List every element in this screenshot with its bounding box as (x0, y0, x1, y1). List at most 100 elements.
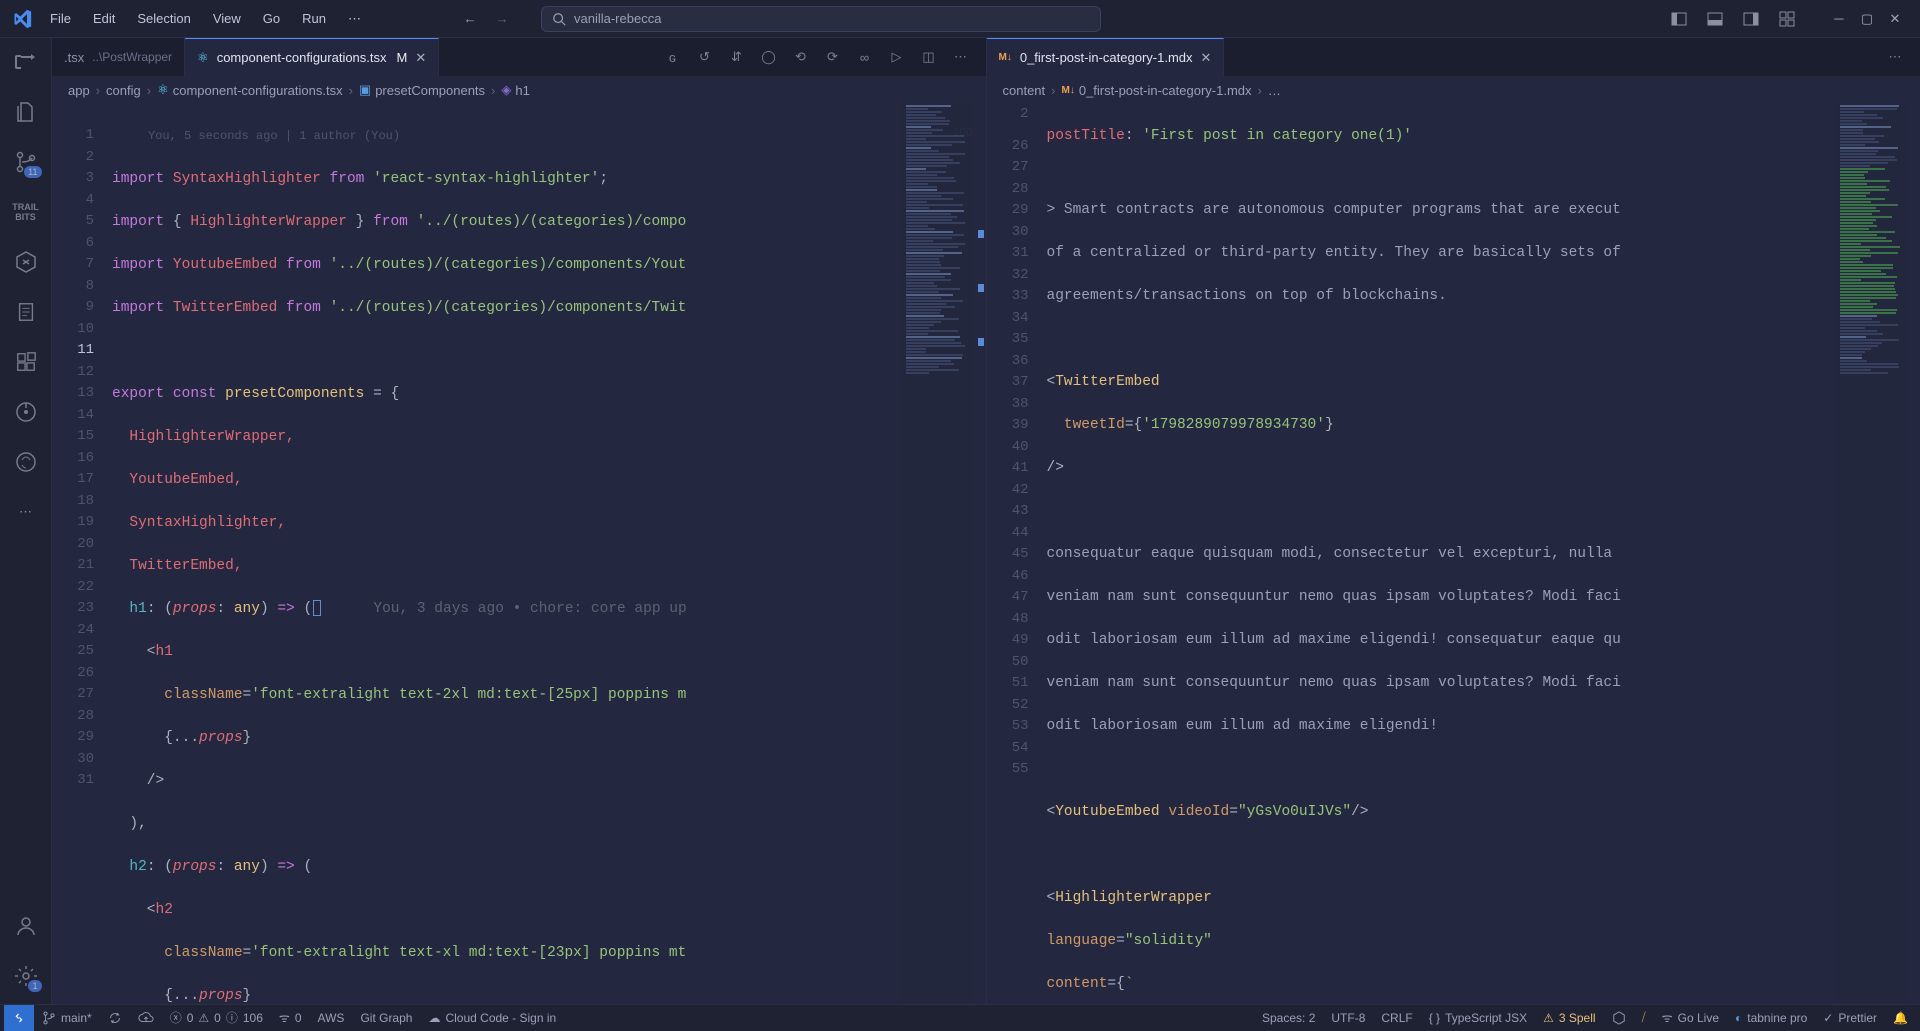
bc-config[interactable]: config (106, 83, 141, 98)
editor-body-left[interactable]: 1000 12345678910111213141516171819202122… (52, 104, 986, 1004)
gitlens-toggle-icon[interactable]: ɢ (664, 48, 682, 66)
menu-more[interactable]: ⋯ (338, 7, 371, 31)
react-icon: ⚛ (197, 50, 209, 66)
close-icon[interactable]: ✕ (1201, 50, 1212, 66)
layout-customize-icon[interactable] (1778, 10, 1796, 28)
activity-hex-icon[interactable] (12, 248, 40, 276)
status-spaces[interactable]: Spaces: 2 (1254, 1009, 1323, 1026)
tab-label: component-configurations.tsx (217, 50, 387, 65)
activity-liveshare-icon[interactable] (12, 48, 40, 76)
settings-badge: 1 (28, 980, 41, 992)
link-icon[interactable]: ∞ (856, 48, 874, 66)
bc-file[interactable]: ⚛ component-configurations.tsx (157, 82, 342, 98)
window-minimize-icon[interactable]: ─ (1830, 10, 1848, 28)
breadcrumb-right[interactable]: content› M↓ 0_first-post-in-category-1.m… (987, 76, 1920, 104)
minimap-right[interactable] (1836, 104, 1906, 1004)
status-eol[interactable]: CRLF (1373, 1009, 1420, 1026)
editor-body-right[interactable]: 2262728293031323334353637383940414243444… (987, 104, 1920, 1004)
activity-bar: 11 TRAILBITS ⋯ 1 (0, 38, 52, 1004)
status-encoding[interactable]: UTF-8 (1323, 1009, 1373, 1026)
text-cursor (313, 600, 321, 616)
activity-extensions-icon[interactable] (12, 348, 40, 376)
editor-pane-left: .tsx ..\PostWrapper ⚛ component-configur… (52, 38, 987, 1004)
more-icon[interactable]: ⋯ (1886, 48, 1904, 66)
history-icon[interactable]: ↺ (696, 48, 714, 66)
window-close-icon[interactable]: ✕ (1886, 10, 1904, 28)
bc-symbol-preset[interactable]: ▣ presetComponents (359, 82, 485, 98)
activity-docs-icon[interactable] (12, 298, 40, 326)
bc-file[interactable]: M↓ 0_first-post-in-category-1.mdx (1062, 83, 1252, 98)
status-gitgraph[interactable]: Git Graph (352, 1011, 420, 1025)
activity-more-icon[interactable]: ⋯ (12, 498, 40, 526)
code-area-right[interactable]: postTitle: 'First post in category one(1… (1047, 104, 1837, 1004)
status-golive[interactable]: ᯤGo Live (1654, 1009, 1727, 1026)
nav-prev-icon[interactable]: ⟲ (792, 48, 810, 66)
tab-folder: ..\PostWrapper (92, 50, 172, 64)
bc-app[interactable]: app (68, 83, 90, 98)
search-icon (552, 12, 566, 26)
breadcrumb-left[interactable]: app› config› ⚛ component-configurations.… (52, 76, 986, 104)
title-bar: File Edit Selection View Go Run ⋯ ← → va… (0, 0, 1920, 38)
overview-ruler-right[interactable] (1906, 104, 1920, 1004)
status-cloudcode[interactable]: ☁Cloud Code - Sign in (420, 1011, 564, 1025)
status-language[interactable]: { }TypeScript JSX (1421, 1009, 1535, 1026)
gutter-right: 2262728293031323334353637383940414243444… (987, 104, 1047, 1004)
status-sync[interactable] (100, 1011, 130, 1025)
tab-postwrapper[interactable]: .tsx ..\PostWrapper (52, 38, 185, 76)
menu-edit[interactable]: Edit (83, 7, 125, 31)
status-branch[interactable]: main* (34, 1011, 100, 1025)
status-aws[interactable]: AWS (310, 1011, 353, 1025)
tab-component-configurations[interactable]: ⚛ component-configurations.tsx M ✕ (185, 38, 439, 76)
menu-file[interactable]: File (40, 7, 81, 31)
status-eslint[interactable] (1604, 1009, 1634, 1026)
status-tabnine[interactable]: ◐tabnine pro (1727, 1009, 1815, 1026)
activity-account-icon[interactable] (12, 912, 40, 940)
tab-bar-right: M↓ 0_first-post-in-category-1.mdx ✕ ⋯ (987, 38, 1920, 76)
gutter-left: 1234567891011121314151617181920212223242… (52, 104, 112, 1004)
overview-ruler-left[interactable] (972, 104, 986, 1004)
window-maximize-icon[interactable]: ▢ (1858, 10, 1876, 28)
tab-first-post[interactable]: M↓ 0_first-post-in-category-1.mdx ✕ (987, 38, 1225, 76)
compare-icon[interactable]: ⇵ (728, 48, 746, 66)
activity-quokka-icon[interactable] (12, 448, 40, 476)
bc-content[interactable]: content (1003, 83, 1046, 98)
layout-sidebar-left-icon[interactable] (1670, 10, 1688, 28)
status-bell-icon[interactable]: 🔔 (1885, 1009, 1916, 1026)
menu-go[interactable]: Go (253, 7, 290, 31)
status-prettier[interactable]: ✓Prettier (1815, 1009, 1885, 1026)
close-icon[interactable]: ✕ (415, 50, 426, 66)
run-icon[interactable]: ▷ (888, 48, 906, 66)
nav-back-icon[interactable]: ← (461, 10, 479, 28)
minimap-left[interactable] (902, 104, 972, 1004)
tab-modified-indicator: M (397, 50, 408, 65)
activity-scm-icon[interactable]: 11 (12, 148, 40, 176)
code-area-left[interactable]: You, 5 seconds ago | 1 author (You) impo… (112, 104, 902, 1004)
command-center[interactable]: vanilla-rebecca (541, 6, 1101, 32)
find-icon[interactable]: ◯ (760, 48, 778, 66)
status-block[interactable]: ⧸ (1634, 1009, 1654, 1026)
nav-next-icon[interactable]: ⟳ (824, 48, 842, 66)
menu-view[interactable]: View (203, 7, 251, 31)
status-problems[interactable]: ⓧ0 ⚠0 ⓘ106 (162, 1009, 271, 1026)
status-spell[interactable]: ⚠3 Spell (1535, 1009, 1603, 1026)
nav-forward-icon[interactable]: → (493, 10, 511, 28)
activity-explorer-icon[interactable] (12, 98, 40, 126)
activity-gitlens-icon[interactable] (12, 398, 40, 426)
remote-indicator[interactable] (4, 1005, 34, 1031)
activity-settings-icon[interactable]: 1 (12, 962, 40, 990)
more-icon[interactable]: ⋯ (952, 48, 970, 66)
status-ports[interactable]: ᯤ0 (271, 1009, 310, 1026)
split-icon[interactable]: ◫ (920, 48, 938, 66)
bc-more[interactable]: … (1268, 83, 1281, 98)
layout-panel-icon[interactable] (1706, 10, 1724, 28)
activity-trailbits-icon[interactable]: TRAILBITS (12, 198, 40, 226)
mdx-icon: M↓ (999, 52, 1012, 63)
bc-symbol-h1[interactable]: ◈ h1 (501, 82, 529, 98)
menu-selection[interactable]: Selection (127, 7, 200, 31)
status-bar: main* ⓧ0 ⚠0 ⓘ106 ᯤ0 AWS Git Graph ☁Cloud… (0, 1004, 1920, 1030)
tab-label: .tsx (64, 50, 84, 65)
layout-sidebar-right-icon[interactable] (1742, 10, 1760, 28)
menu-bar: File Edit Selection View Go Run ⋯ (40, 7, 371, 31)
menu-run[interactable]: Run (292, 7, 336, 31)
status-cloud-up[interactable] (130, 1011, 162, 1025)
